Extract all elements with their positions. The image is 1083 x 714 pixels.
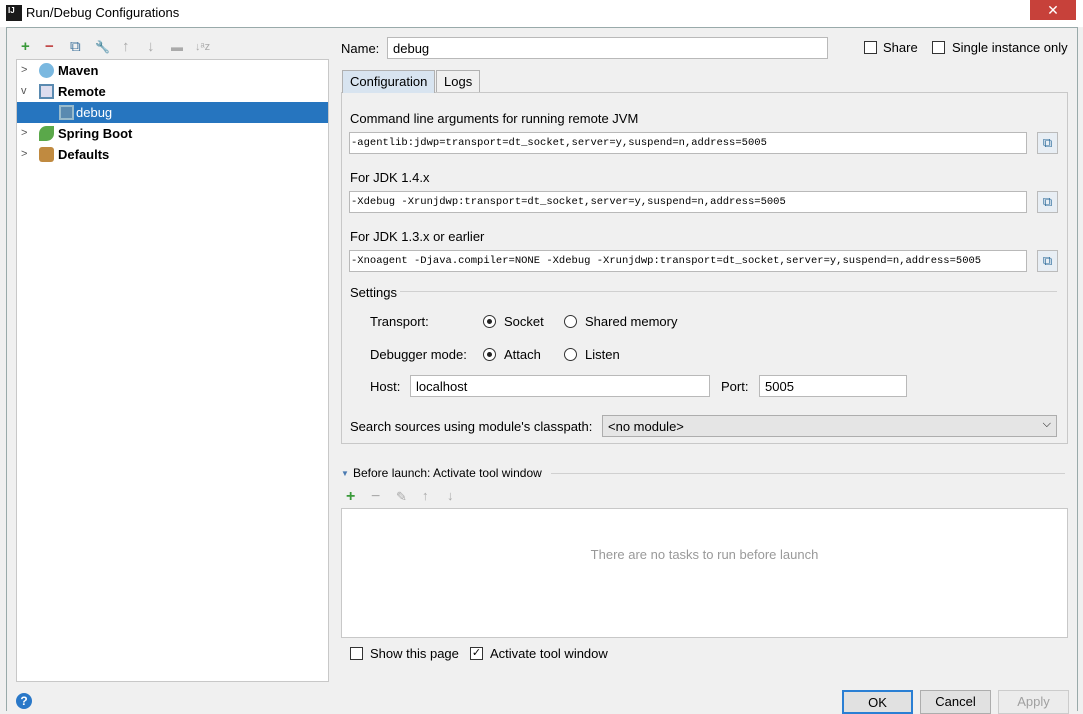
move-up-icon[interactable]: ↑ [422, 488, 429, 503]
cancel-button[interactable]: Cancel [920, 690, 991, 714]
single-instance-checkbox[interactable] [932, 41, 945, 54]
share-checkbox[interactable] [864, 41, 877, 54]
socket-label: Socket [504, 314, 544, 329]
wrench-icon[interactable]: 🔧 [95, 39, 110, 55]
move-up-icon[interactable]: ↑ [122, 39, 130, 55]
collapse-triangle-icon[interactable]: ▼ [341, 469, 349, 478]
cmd-args-input[interactable] [349, 132, 1027, 154]
activate-tool-window-label: Activate tool window [490, 646, 608, 661]
copy-icon[interactable]: ⧉ [1037, 191, 1058, 213]
module-select-value: <no module> [608, 419, 684, 434]
wrench-icon [39, 147, 54, 162]
tree-item-debug[interactable]: debug [17, 102, 328, 123]
jdk13-input[interactable] [349, 250, 1027, 272]
intellij-logo-icon: IJ [6, 5, 22, 21]
jdk14-input[interactable] [349, 191, 1027, 213]
debugger-mode-label: Debugger mode: [370, 347, 467, 362]
socket-radio[interactable] [483, 315, 496, 328]
settings-divider [400, 291, 1057, 292]
port-input[interactable] [759, 375, 907, 397]
copy-icon[interactable]: ⧉ [1037, 132, 1058, 154]
cmd-args-label: Command line arguments for running remot… [350, 111, 639, 126]
tree-item-maven[interactable]: > Maven [17, 60, 328, 81]
configuration-tree: > Maven v Remote debug > Spring Boot > Defau… [16, 59, 329, 682]
copy-icon[interactable]: ⧉ [70, 39, 81, 55]
chevron-right-icon[interactable]: > [21, 123, 27, 144]
move-down-icon[interactable]: ↓ [147, 39, 155, 55]
host-input[interactable] [410, 375, 710, 397]
attach-label: Attach [504, 347, 541, 362]
module-select[interactable]: <no module> ⌵ [602, 415, 1057, 437]
ok-button[interactable]: OK [842, 690, 913, 714]
jdk14-label: For JDK 1.4.x [350, 170, 430, 185]
folder-icon[interactable]: ▬ [171, 39, 183, 55]
window-title: Run/Debug Configurations [26, 5, 180, 20]
name-label: Name: [341, 41, 380, 56]
close-button[interactable]: ✕ [1030, 0, 1076, 20]
tasks-list: There are no tasks to run before launch [341, 508, 1068, 638]
maven-gear-icon [39, 63, 54, 78]
move-down-icon[interactable]: ↓ [447, 488, 454, 503]
chevron-down-icon[interactable]: v [21, 81, 27, 102]
tab-configuration[interactable]: Configuration [342, 70, 436, 93]
shared-memory-label: Shared memory [585, 314, 678, 329]
attach-radio[interactable] [483, 348, 496, 361]
sort-icon[interactable]: ↓ᵃz [195, 39, 210, 55]
tab-logs[interactable]: Logs [436, 70, 481, 93]
remove-icon[interactable]: − [45, 39, 54, 55]
title-bar: IJ Run/Debug Configurations ✕ [0, 0, 1083, 27]
single-instance-label: Single instance only [952, 40, 1068, 55]
listen-radio[interactable] [564, 348, 577, 361]
host-label: Host: [370, 379, 401, 394]
edit-task-icon[interactable]: ✎ [396, 489, 407, 505]
spring-boot-icon [39, 126, 54, 141]
apply-button[interactable]: Apply [998, 690, 1069, 714]
before-launch-divider [551, 473, 1065, 474]
show-page-checkbox[interactable] [350, 647, 363, 660]
port-label: Port: [721, 379, 749, 394]
tree-item-defaults[interactable]: > Defaults [17, 144, 328, 165]
remote-icon [59, 105, 74, 120]
module-label: Search sources using module's classpath: [350, 419, 593, 434]
settings-label: Settings [350, 285, 397, 300]
name-input[interactable] [387, 37, 828, 59]
remote-icon [39, 84, 54, 99]
chevron-right-icon[interactable]: > [21, 144, 27, 165]
add-icon[interactable]: + [21, 39, 30, 55]
show-page-label: Show this page [370, 646, 459, 661]
activate-tool-window-checkbox[interactable]: ✓ [470, 647, 483, 660]
tree-item-remote[interactable]: v Remote [17, 81, 328, 102]
copy-icon[interactable]: ⧉ [1037, 250, 1058, 272]
transport-label: Transport: [370, 314, 429, 329]
share-label: Share [883, 40, 918, 55]
empty-tasks-text: There are no tasks to run before launch [590, 547, 819, 562]
tree-item-spring-boot[interactable]: > Spring Boot [17, 123, 328, 144]
listen-label: Listen [585, 347, 620, 362]
shared-memory-radio[interactable] [564, 315, 577, 328]
remove-task-icon[interactable]: − [371, 488, 380, 506]
jdk13-label: For JDK 1.3.x or earlier [350, 229, 485, 244]
add-task-icon[interactable]: + [346, 488, 355, 506]
before-launch-title[interactable]: Before launch: Activate tool window [353, 466, 542, 480]
chevron-right-icon[interactable]: > [21, 60, 27, 81]
chevron-down-icon: ⌵ [1042, 418, 1051, 430]
help-icon[interactable]: ? [16, 693, 32, 709]
